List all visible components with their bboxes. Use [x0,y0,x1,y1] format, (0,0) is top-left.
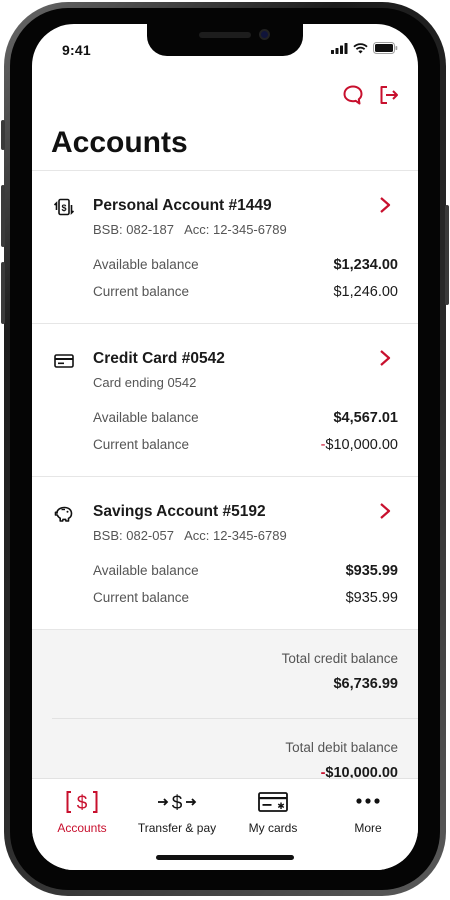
transfer-dollar-icon: $ [53,198,75,216]
svg-text:$: $ [77,793,88,814]
account-card-personal[interactable]: $ Personal Account #1449 BSB: 082-187 Ac… [32,170,418,323]
svg-text:$: $ [172,793,183,814]
tab-transfer-pay[interactable]: $ Transfer & pay [129,789,225,835]
account-name: Savings Account #5192 [93,503,266,520]
available-balance-value: $935.99 [345,563,398,579]
chat-icon[interactable] [342,84,364,106]
accounts-list: $ Personal Account #1449 BSB: 082-187 Ac… [32,170,418,780]
chevron-right-icon[interactable] [378,501,392,521]
current-balance-label: Current balance [93,437,190,452]
available-balance-row: Available balance $935.99 [93,563,398,579]
account-card-savings[interactable]: Savings Account #5192 BSB: 082-057 Acc: … [32,476,418,629]
account-details: Card ending 0542 [93,375,197,390]
account-name: Credit Card #0542 [93,350,225,367]
volume-down-button [1,262,5,324]
svg-text:$: $ [61,203,66,213]
accounts-dollar-icon: $ [66,791,98,814]
home-indicator[interactable] [156,855,294,860]
tab-label: Accounts [57,821,107,835]
total-credit-value: $6,736.99 [333,676,398,692]
volume-up-button [1,185,5,247]
chevron-right-icon[interactable] [378,348,392,368]
battery-icon [373,42,398,54]
total-credit-label: Total credit balance [281,651,398,666]
wifi-icon [353,42,368,53]
current-balance-amount: $10,000.00 [325,437,398,453]
tab-label: My cards [248,821,298,835]
account-name: Personal Account #1449 [93,197,272,214]
page-title: Accounts [51,126,188,159]
front-camera [259,29,270,40]
tab-accounts[interactable]: $ Accounts [34,789,130,835]
tab-label: More [354,821,382,835]
account-card-credit[interactable]: Credit Card #0542 Card ending 0542 Avail… [32,323,418,476]
screen: 9:41 Accounts $ Personal Account #1449 B… [32,24,418,870]
current-balance-value: -$10,000.00 [321,437,398,453]
total-debit-block: Total debit balance -$10,000.00 [285,740,398,780]
more-dots-icon [356,798,380,804]
available-balance-value: $1,234.00 [333,257,398,273]
tab-more[interactable]: More [320,789,416,835]
total-debit-label: Total debit balance [285,740,398,755]
header-actions [342,84,400,106]
signal-icon [331,42,348,54]
mute-switch [1,120,5,150]
available-balance-row: Available balance $1,234.00 [93,257,398,273]
available-balance-label: Available balance [93,410,199,425]
cards-icon: ✱ [258,792,288,812]
transfer-pay-icon: $ [158,793,197,814]
available-balance-label: Available balance [93,257,199,272]
power-button [445,205,449,305]
current-balance-value: $1,246.00 [333,284,398,300]
available-balance-value: $4,567.01 [333,410,398,426]
current-balance-value: $935.99 [345,590,398,606]
available-balance-label: Available balance [93,563,199,578]
logout-icon[interactable] [378,84,400,106]
total-credit-block: Total credit balance $6,736.99 [282,651,398,692]
tab-my-cards[interactable]: ✱ My cards [225,789,321,835]
current-balance-label: Current balance [93,590,190,605]
chevron-right-icon[interactable] [378,195,392,215]
notch [147,24,303,56]
available-balance-row: Available balance $4,567.01 [93,410,398,426]
current-balance-row: Current balance -$10,000.00 [93,437,398,453]
tab-bar: $ Accounts $ Transfer & pay ✱ My cards M… [32,778,418,870]
speaker-grille [199,32,251,38]
account-details: BSB: 082-057 Acc: 12-345-6789 [93,528,287,543]
piggy-bank-icon [54,506,73,522]
account-details: BSB: 082-187 Acc: 12-345-6789 [93,222,287,237]
svg-text:✱: ✱ [277,801,285,811]
current-balance-label: Current balance [93,284,190,299]
current-balance-row: Current balance $935.99 [93,590,398,606]
current-balance-row: Current balance $1,246.00 [93,284,398,300]
status-icons [331,42,398,54]
credit-card-icon [54,354,74,368]
totals-divider [52,718,418,719]
totals-section: Total credit balance $6,736.99 Total deb… [32,629,418,780]
status-time: 9:41 [62,42,91,58]
tab-label: Transfer & pay [137,821,217,835]
